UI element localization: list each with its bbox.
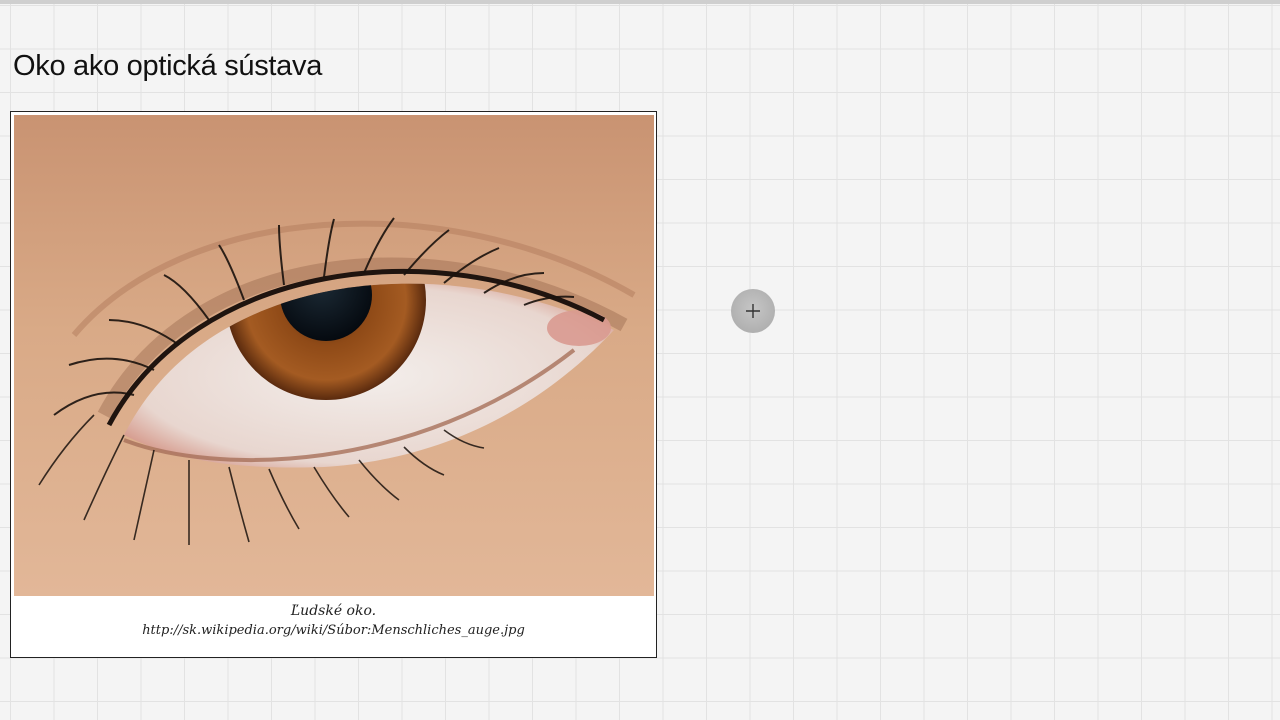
eye-photo <box>14 115 654 596</box>
crosshair-cursor-icon <box>731 289 775 333</box>
eye-figure: Ľudské oko. http://sk.wikipedia.org/wiki… <box>10 111 657 658</box>
caption-source-url: http://sk.wikipedia.org/wiki/Súbor:Mensc… <box>142 623 525 638</box>
figure-caption: Ľudské oko. http://sk.wikipedia.org/wiki… <box>11 601 656 641</box>
page-title: Oko ako optická sústava <box>13 50 323 82</box>
caption-title: Ľudské oko. <box>290 603 377 619</box>
top-border <box>0 0 1280 4</box>
